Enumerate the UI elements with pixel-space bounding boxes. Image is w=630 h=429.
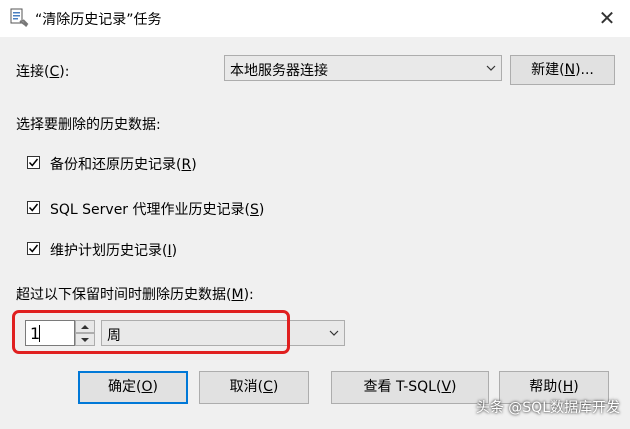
- close-icon: ✕: [598, 6, 616, 30]
- chevron-up-icon: [81, 325, 89, 329]
- title-bar: “清除历史记录”任务 ✕: [0, 0, 630, 37]
- connection-value: 本地服务器连接: [230, 63, 328, 79]
- backup-restore-label[interactable]: 备份和还原历史记录(R): [50, 154, 197, 174]
- cancel-button[interactable]: 取消(C): [199, 371, 309, 404]
- chevron-down-icon: [81, 338, 89, 342]
- new-connection-button[interactable]: 新建(N)...: [510, 55, 615, 85]
- check-icon: [28, 203, 39, 212]
- connection-dropdown[interactable]: 本地服务器连接: [224, 55, 502, 81]
- task-app-icon: [10, 8, 29, 27]
- check-icon: [28, 158, 39, 167]
- chevron-down-icon: [486, 65, 496, 71]
- view-tsql-button[interactable]: 查看 T-SQL(V): [331, 371, 489, 404]
- stepper-up-button[interactable]: [75, 320, 95, 333]
- stepper-down-button[interactable]: [75, 333, 95, 346]
- agent-job-checkbox[interactable]: [27, 201, 40, 214]
- retention-number-input[interactable]: 1: [25, 320, 75, 346]
- retention-stepper: [75, 320, 95, 346]
- retention-unit-dropdown[interactable]: 周: [101, 320, 345, 346]
- backup-restore-checkbox[interactable]: [27, 156, 40, 169]
- close-button[interactable]: ✕: [584, 0, 630, 37]
- window-title: “清除历史记录”任务: [35, 12, 162, 28]
- text-caret: [39, 325, 40, 342]
- check-icon: [28, 244, 39, 253]
- ok-button[interactable]: 确定(O): [78, 371, 188, 404]
- watermark: 头条 @SQL数据库开发: [475, 400, 620, 416]
- retention-unit-value: 周: [107, 328, 121, 344]
- select-history-label: 选择要删除的历史数据:: [16, 117, 161, 133]
- agent-job-label[interactable]: SQL Server 代理作业历史记录(S): [50, 199, 264, 219]
- retention-label: 超过以下保留时间时删除历史数据(M):: [16, 287, 254, 303]
- connection-label: 连接(C):: [16, 64, 70, 80]
- maintenance-plan-checkbox[interactable]: [27, 242, 40, 255]
- maintenance-plan-label[interactable]: 维护计划历史记录(I): [50, 240, 177, 260]
- chevron-down-icon: [329, 330, 339, 336]
